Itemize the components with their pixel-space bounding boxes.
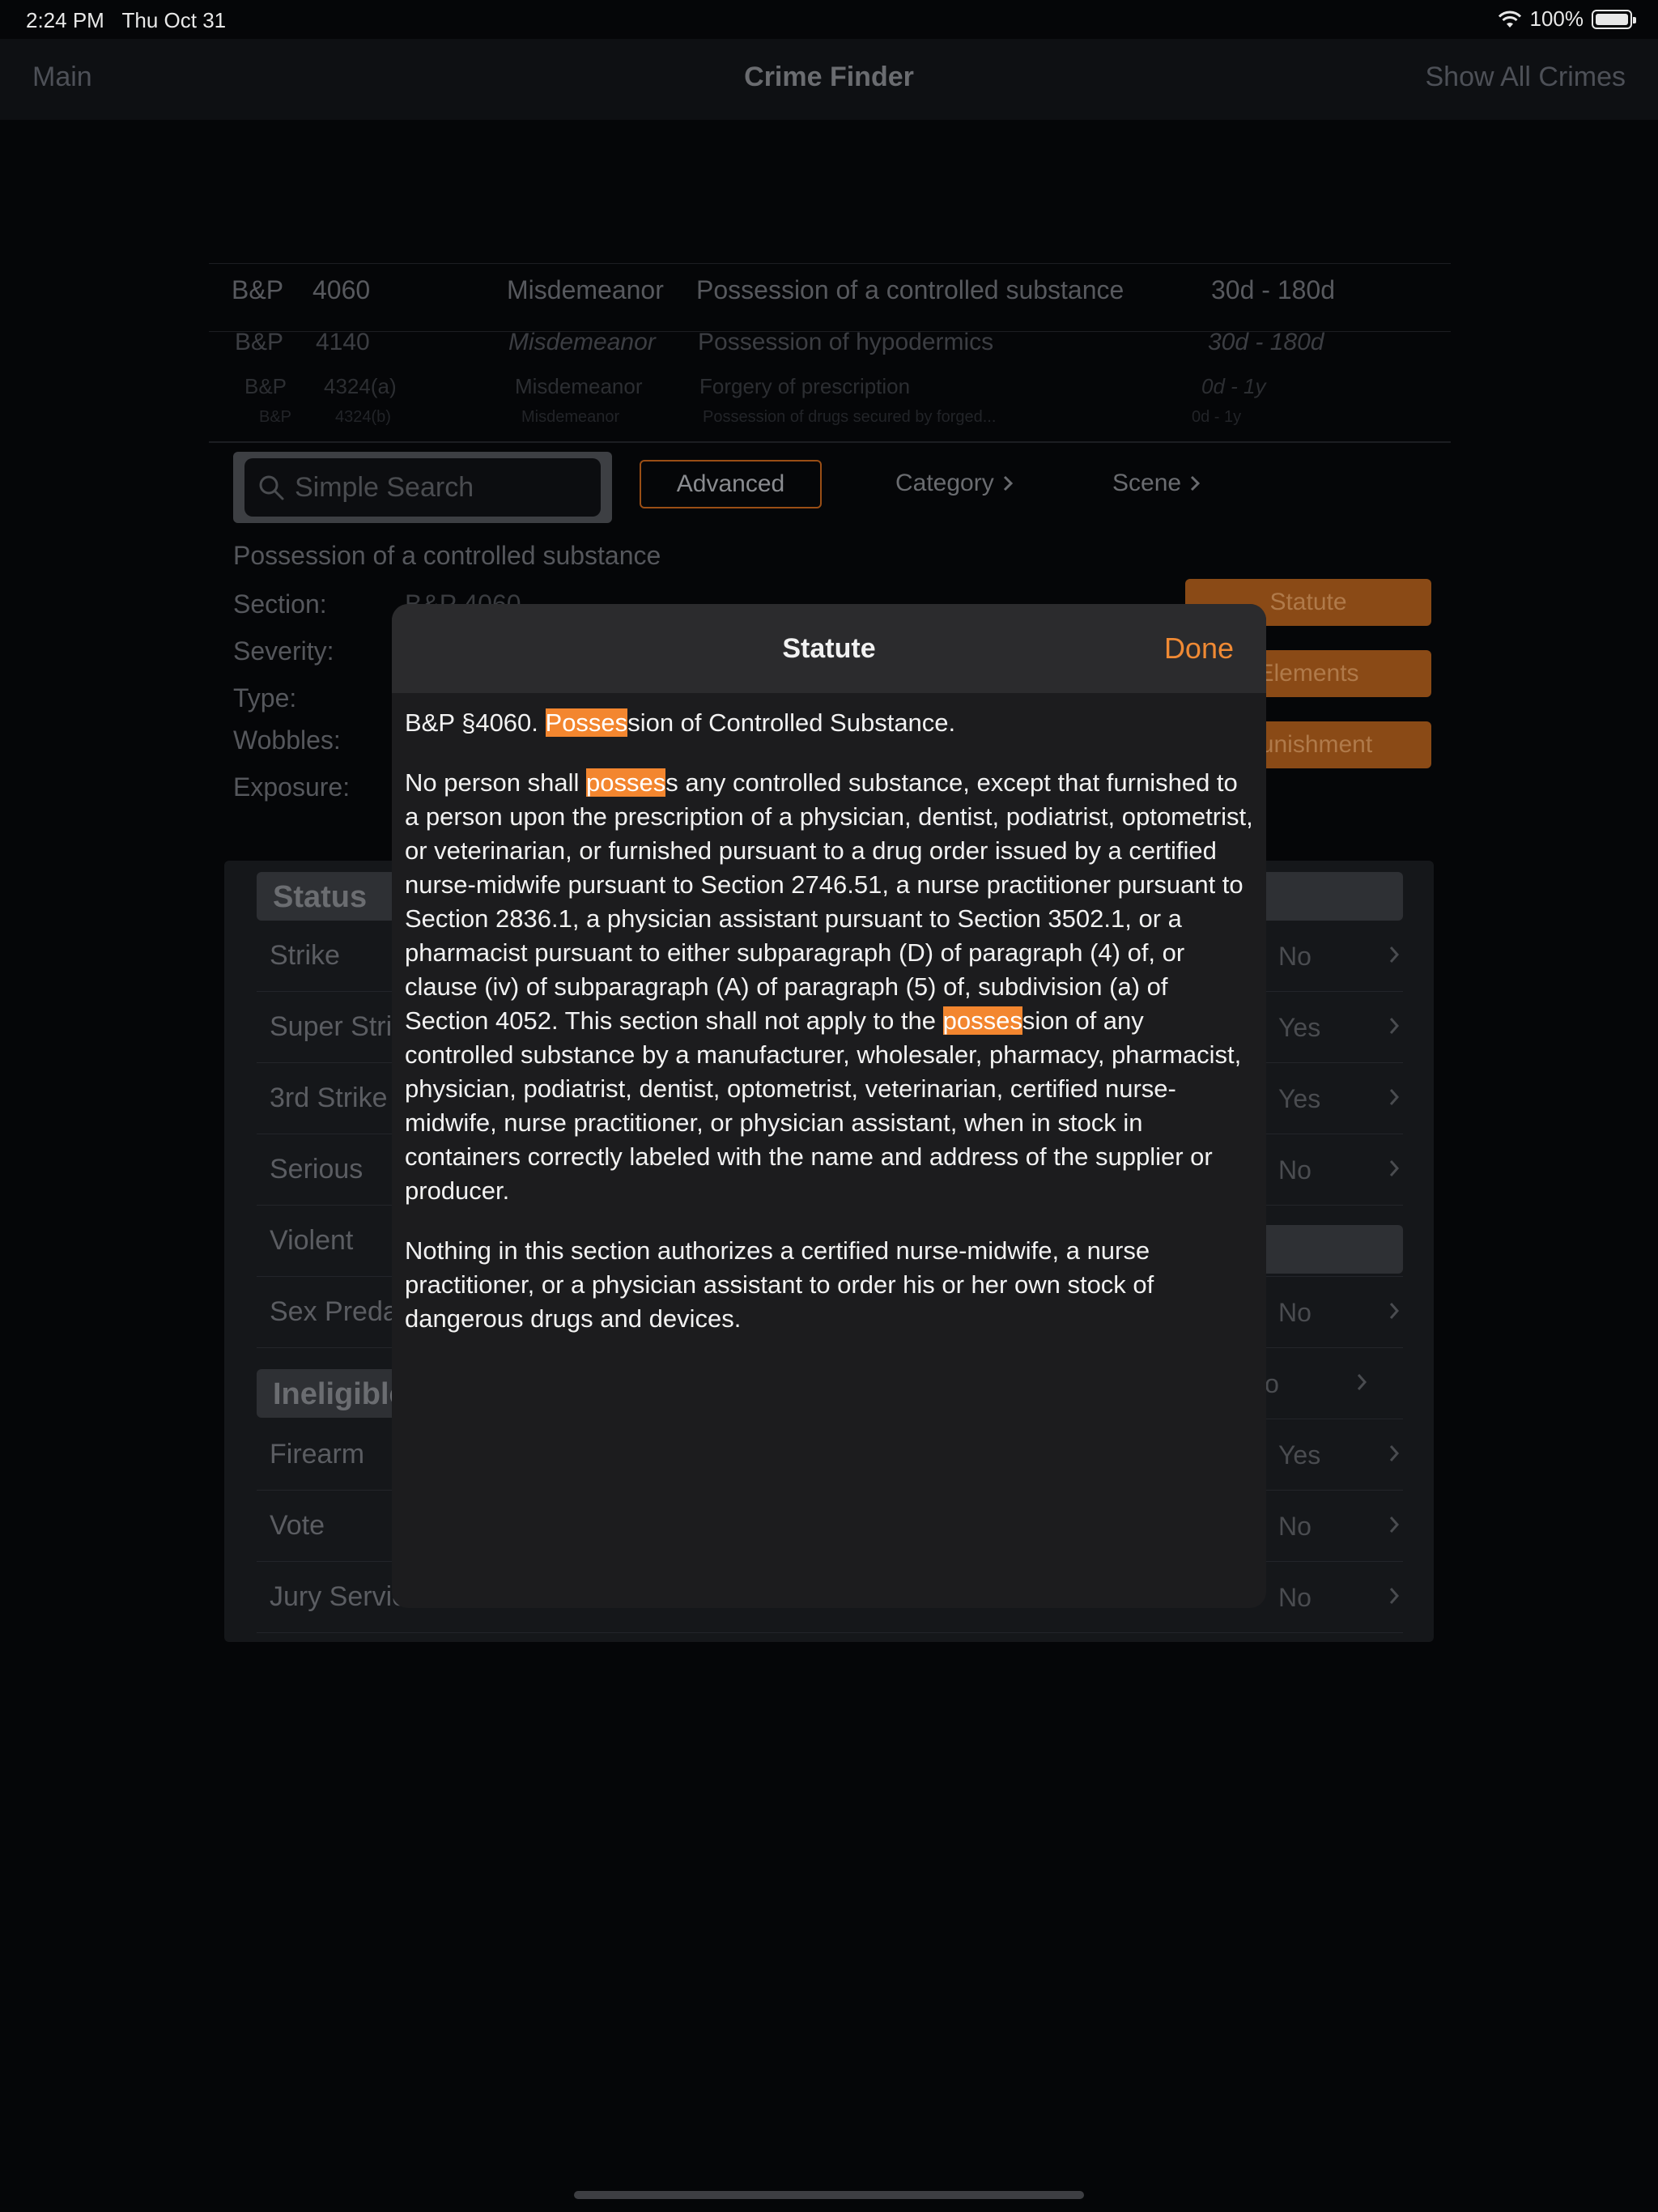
row-value: No bbox=[1278, 942, 1312, 971]
status-header-label: Status bbox=[273, 880, 368, 914]
result-code: B&P bbox=[232, 275, 284, 304]
severity-label: Severity: bbox=[233, 636, 334, 666]
result-section: 4060 bbox=[312, 275, 371, 304]
scene-label: Scene bbox=[1112, 470, 1182, 496]
chevron-right-icon bbox=[1357, 1374, 1367, 1390]
row-value: Yes bbox=[1278, 1084, 1321, 1113]
section-label: Section: bbox=[233, 589, 327, 619]
row-value: No bbox=[1278, 1298, 1312, 1327]
statute-text: B&P §4060. Possession of Controlled Subs… bbox=[405, 706, 1255, 1362]
result-time: 0d - 1y bbox=[1192, 408, 1242, 426]
result-section: 4324(a) bbox=[324, 374, 397, 398]
text-span: No person shall bbox=[405, 768, 587, 797]
result-section: 4140 bbox=[316, 329, 370, 355]
chevron-right-icon bbox=[1389, 1588, 1400, 1604]
type-label: Type: bbox=[233, 683, 297, 713]
row-value: No bbox=[1278, 1583, 1312, 1612]
result-code: B&P bbox=[235, 329, 284, 355]
statute-modal: Statute Done B&P §4060. Possession of Co… bbox=[392, 604, 1266, 1608]
battery-percent: 100% bbox=[1529, 6, 1584, 31]
wifi-icon bbox=[1498, 11, 1521, 28]
nav-title: Crime Finder bbox=[744, 62, 914, 92]
chevron-right-icon bbox=[1389, 1516, 1400, 1533]
chevron-right-icon bbox=[1389, 1160, 1400, 1176]
result-time: 0d - 1y bbox=[1201, 374, 1266, 398]
time-text: 2:24 PM bbox=[26, 8, 104, 32]
chevron-right-icon bbox=[1389, 1303, 1400, 1319]
chevron-right-icon bbox=[1389, 1445, 1400, 1461]
category-button[interactable]: Category bbox=[895, 470, 1014, 497]
result-section: 4324(b) bbox=[335, 408, 391, 426]
advanced-button[interactable]: Advanced bbox=[640, 460, 822, 508]
home-indicator[interactable] bbox=[574, 2191, 1084, 2199]
date-text: Thu Oct 31 bbox=[121, 8, 227, 32]
modal-title: Statute bbox=[782, 633, 876, 664]
text-span: s any controlled substance, except that … bbox=[405, 768, 1253, 1035]
result-code: B&P bbox=[259, 408, 292, 426]
crime-title: Possession of a controlled substance bbox=[233, 541, 661, 570]
result-severity: Misdemeanor bbox=[515, 374, 643, 398]
row-label: Serious bbox=[270, 1154, 363, 1185]
scene-button[interactable]: Scene bbox=[1112, 470, 1201, 497]
show-all-crimes-button[interactable]: Show All Crimes bbox=[1425, 62, 1626, 93]
result-code: B&P bbox=[244, 374, 287, 398]
status-right: 100% bbox=[1498, 6, 1636, 32]
statute-heading: B&P §4060. Possession of Controlled Subs… bbox=[405, 706, 1255, 740]
row-value: No bbox=[1278, 1512, 1312, 1541]
chevron-right-icon bbox=[1389, 946, 1400, 963]
row-label: Vote bbox=[270, 1510, 325, 1541]
wobbles-label: Wobbles: bbox=[233, 725, 341, 755]
row-value: Yes bbox=[1278, 1440, 1321, 1470]
result-severity: Misdemeanor bbox=[521, 408, 620, 426]
row-label: Firearm bbox=[270, 1439, 365, 1470]
search-input[interactable] bbox=[295, 471, 586, 504]
result-description: Possession of a controlled substance bbox=[696, 275, 1124, 304]
search-icon bbox=[259, 475, 284, 500]
row-value: Yes bbox=[1278, 1013, 1321, 1042]
result-description: Possession of drugs secured by forged... bbox=[703, 408, 997, 426]
category-label: Category bbox=[895, 470, 994, 496]
search-highlight: Posses bbox=[545, 708, 628, 737]
status-time: 2:24 PM Thu Oct 31 bbox=[26, 8, 226, 33]
text-span: B&P §4060. bbox=[405, 708, 546, 737]
text-span: sion of any controlled substance by a ma… bbox=[405, 1006, 1242, 1205]
search-field[interactable] bbox=[244, 458, 601, 517]
row-label: Strike bbox=[270, 940, 340, 971]
row-value: No bbox=[1278, 1155, 1312, 1185]
text-span: sion of Controlled Substance. bbox=[627, 708, 956, 737]
result-severity: Misdemeanor bbox=[508, 329, 656, 355]
search-highlight: posses bbox=[942, 1006, 1022, 1035]
row-label: Violent bbox=[270, 1225, 354, 1256]
ineligible-header-label: Ineligible bbox=[273, 1377, 406, 1411]
result-description: Possession of hypodermics bbox=[698, 329, 994, 355]
chevron-right-icon bbox=[1389, 1018, 1400, 1034]
statute-paragraph: No person shall possess any controlled s… bbox=[405, 766, 1255, 1208]
result-description: Forgery of prescription bbox=[699, 374, 911, 398]
done-button[interactable]: Done bbox=[1164, 632, 1234, 666]
exposure-label: Exposure: bbox=[233, 772, 351, 802]
chevron-right-icon bbox=[1191, 475, 1201, 491]
search-bar bbox=[233, 452, 612, 523]
result-severity: Misdemeanor bbox=[507, 275, 664, 304]
battery-icon bbox=[1592, 9, 1636, 29]
results-list[interactable]: B&P 4060 Misdemeanor Possession of a con… bbox=[209, 263, 1451, 443]
result-row[interactable]: B&P 4060 Misdemeanor Possession of a con… bbox=[209, 275, 1451, 332]
statute-paragraph: Nothing in this section authorizes a cer… bbox=[405, 1236, 1154, 1333]
status-bar: 2:24 PM Thu Oct 31 100% bbox=[0, 0, 1658, 39]
navigation-bar: Main Crime Finder Show All Crimes bbox=[0, 39, 1658, 120]
row-label: 3rd Strike bbox=[270, 1083, 388, 1113]
search-highlight: posses bbox=[586, 768, 666, 797]
result-time: 30d - 180d bbox=[1211, 275, 1336, 304]
modal-header: Statute Done bbox=[392, 604, 1266, 693]
chevron-right-icon bbox=[1003, 475, 1013, 491]
result-time: 30d - 180d bbox=[1208, 329, 1324, 355]
battery-fill bbox=[1596, 13, 1628, 25]
chevron-right-icon bbox=[1389, 1089, 1400, 1105]
